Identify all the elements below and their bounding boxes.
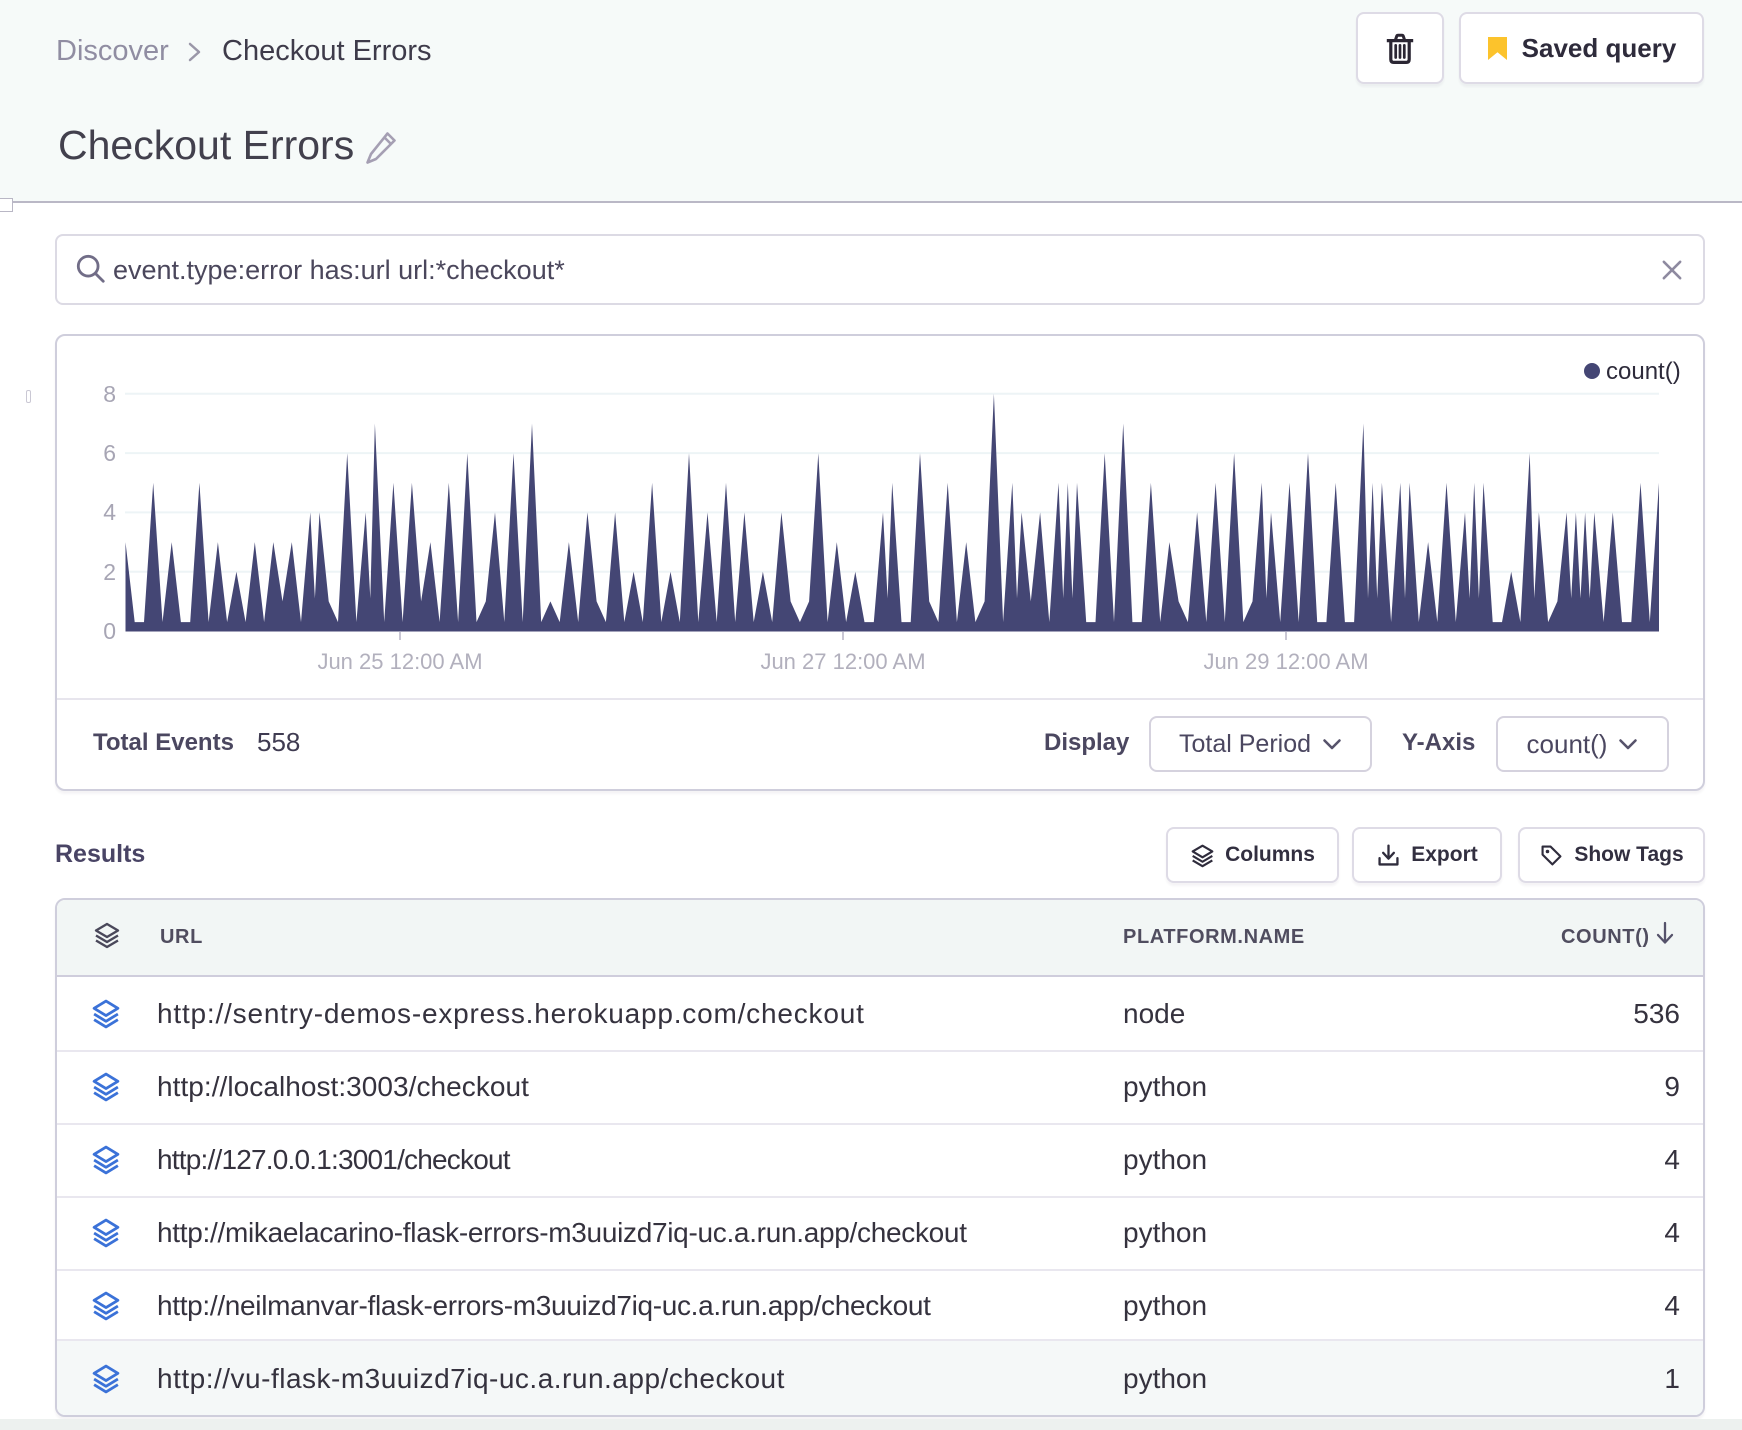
svg-text:4: 4 <box>103 499 116 525</box>
svg-text:count(): count() <box>1606 358 1681 385</box>
svg-text:Jun 29 12:00 AM: Jun 29 12:00 AM <box>1203 649 1368 674</box>
svg-text:8: 8 <box>103 381 116 407</box>
svg-text:2: 2 <box>103 559 116 585</box>
svg-text:Jun 27 12:00 AM: Jun 27 12:00 AM <box>760 649 925 674</box>
svg-text:Jun 25 12:00 AM: Jun 25 12:00 AM <box>317 649 482 674</box>
svg-text:0: 0 <box>103 618 116 644</box>
svg-text:6: 6 <box>103 440 116 466</box>
